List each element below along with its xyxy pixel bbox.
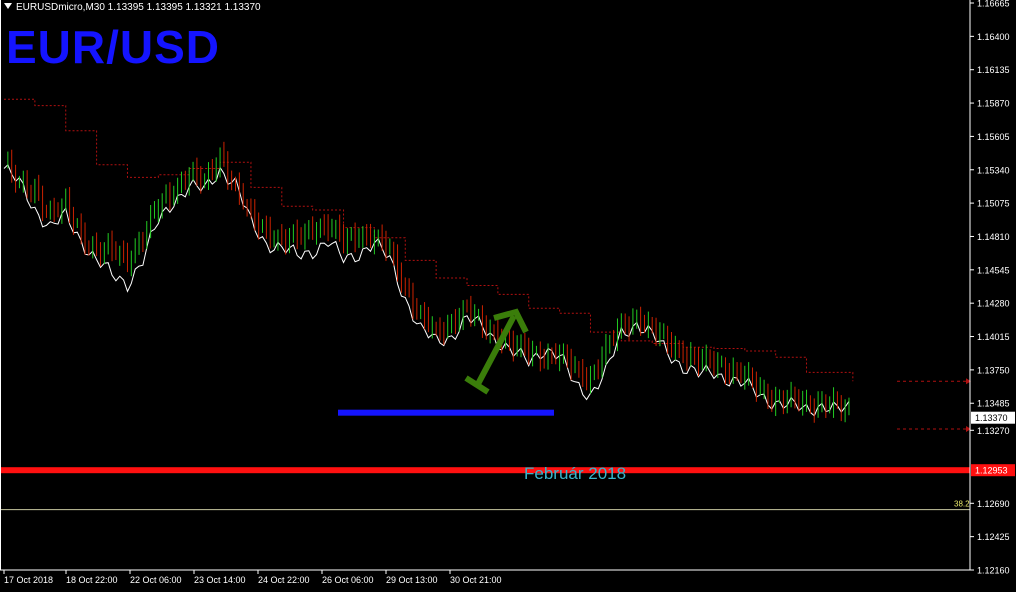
x-tick-label: 17 Oct 2018 — [4, 575, 53, 585]
y-tick-label: 1.13485 — [977, 399, 1010, 409]
x-tick-label: 26 Oct 06:00 — [322, 575, 374, 585]
y-tick-label: 1.14280 — [977, 299, 1010, 309]
y-tick-label: 1.15605 — [977, 132, 1010, 142]
symbol-line: EURUSDmicro,M30 1.13395 1.13395 1.13321 … — [16, 2, 261, 13]
y-tick-label: 1.12160 — [977, 566, 1010, 576]
y-tick-label: 1.16665 — [977, 0, 1010, 9]
y-tick-label: 1.15870 — [977, 99, 1010, 109]
current-price-label: 1.13370 — [975, 413, 1008, 423]
y-tick-label: 1.13270 — [977, 426, 1010, 436]
y-tick-label: 1.14810 — [977, 232, 1010, 242]
resistance-dotted-line — [4, 98, 854, 382]
key-level-line — [0, 467, 970, 474]
close-price-line — [3, 163, 850, 417]
y-tick-label: 1.15340 — [977, 165, 1010, 175]
symbol-header[interactable]: EURUSDmicro,M30 1.13395 1.13395 1.13321 … — [4, 2, 261, 13]
x-tick-label: 18 Oct 22:00 — [66, 575, 118, 585]
zone-label: Február 2018 — [524, 464, 627, 483]
x-tick-label: 30 Oct 21:00 — [450, 575, 502, 585]
x-tick-label: 29 Oct 13:00 — [386, 575, 438, 585]
x-tick-label: 24 Oct 22:00 — [258, 575, 310, 585]
x-tick-label: 23 Oct 14:00 — [194, 575, 246, 585]
y-tick-label: 1.16400 — [977, 32, 1010, 42]
y-tick-label: 1.14545 — [977, 265, 1010, 275]
x-tick-label: 22 Oct 06:00 — [130, 575, 182, 585]
support-line — [338, 409, 554, 416]
key-level-price-label: 1.12953 — [975, 466, 1008, 476]
chart-root: 38.2 1.16665 1.16400 1.16135 1.15870 1.15605… — [0, 0, 1016, 592]
y-tick-label: 1.14015 — [977, 332, 1010, 342]
y-tick-label: 1.12690 — [977, 499, 1010, 509]
fib-38-label: 38.2 — [954, 500, 970, 509]
forecast-arrow-shaft — [475, 314, 517, 386]
y-tick-label: 1.16135 — [977, 65, 1010, 75]
y-tick-label: 1.12425 — [977, 532, 1010, 542]
pair-title: EUR/USD — [6, 21, 221, 73]
price-chart[interactable]: 38.2 1.16665 1.16400 1.16135 1.15870 1.15605… — [0, 0, 1016, 592]
y-tick-label: 1.15075 — [977, 199, 1010, 209]
y-tick-label: 1.13750 — [977, 365, 1010, 375]
dropdown-triangle-icon[interactable] — [4, 3, 12, 9]
